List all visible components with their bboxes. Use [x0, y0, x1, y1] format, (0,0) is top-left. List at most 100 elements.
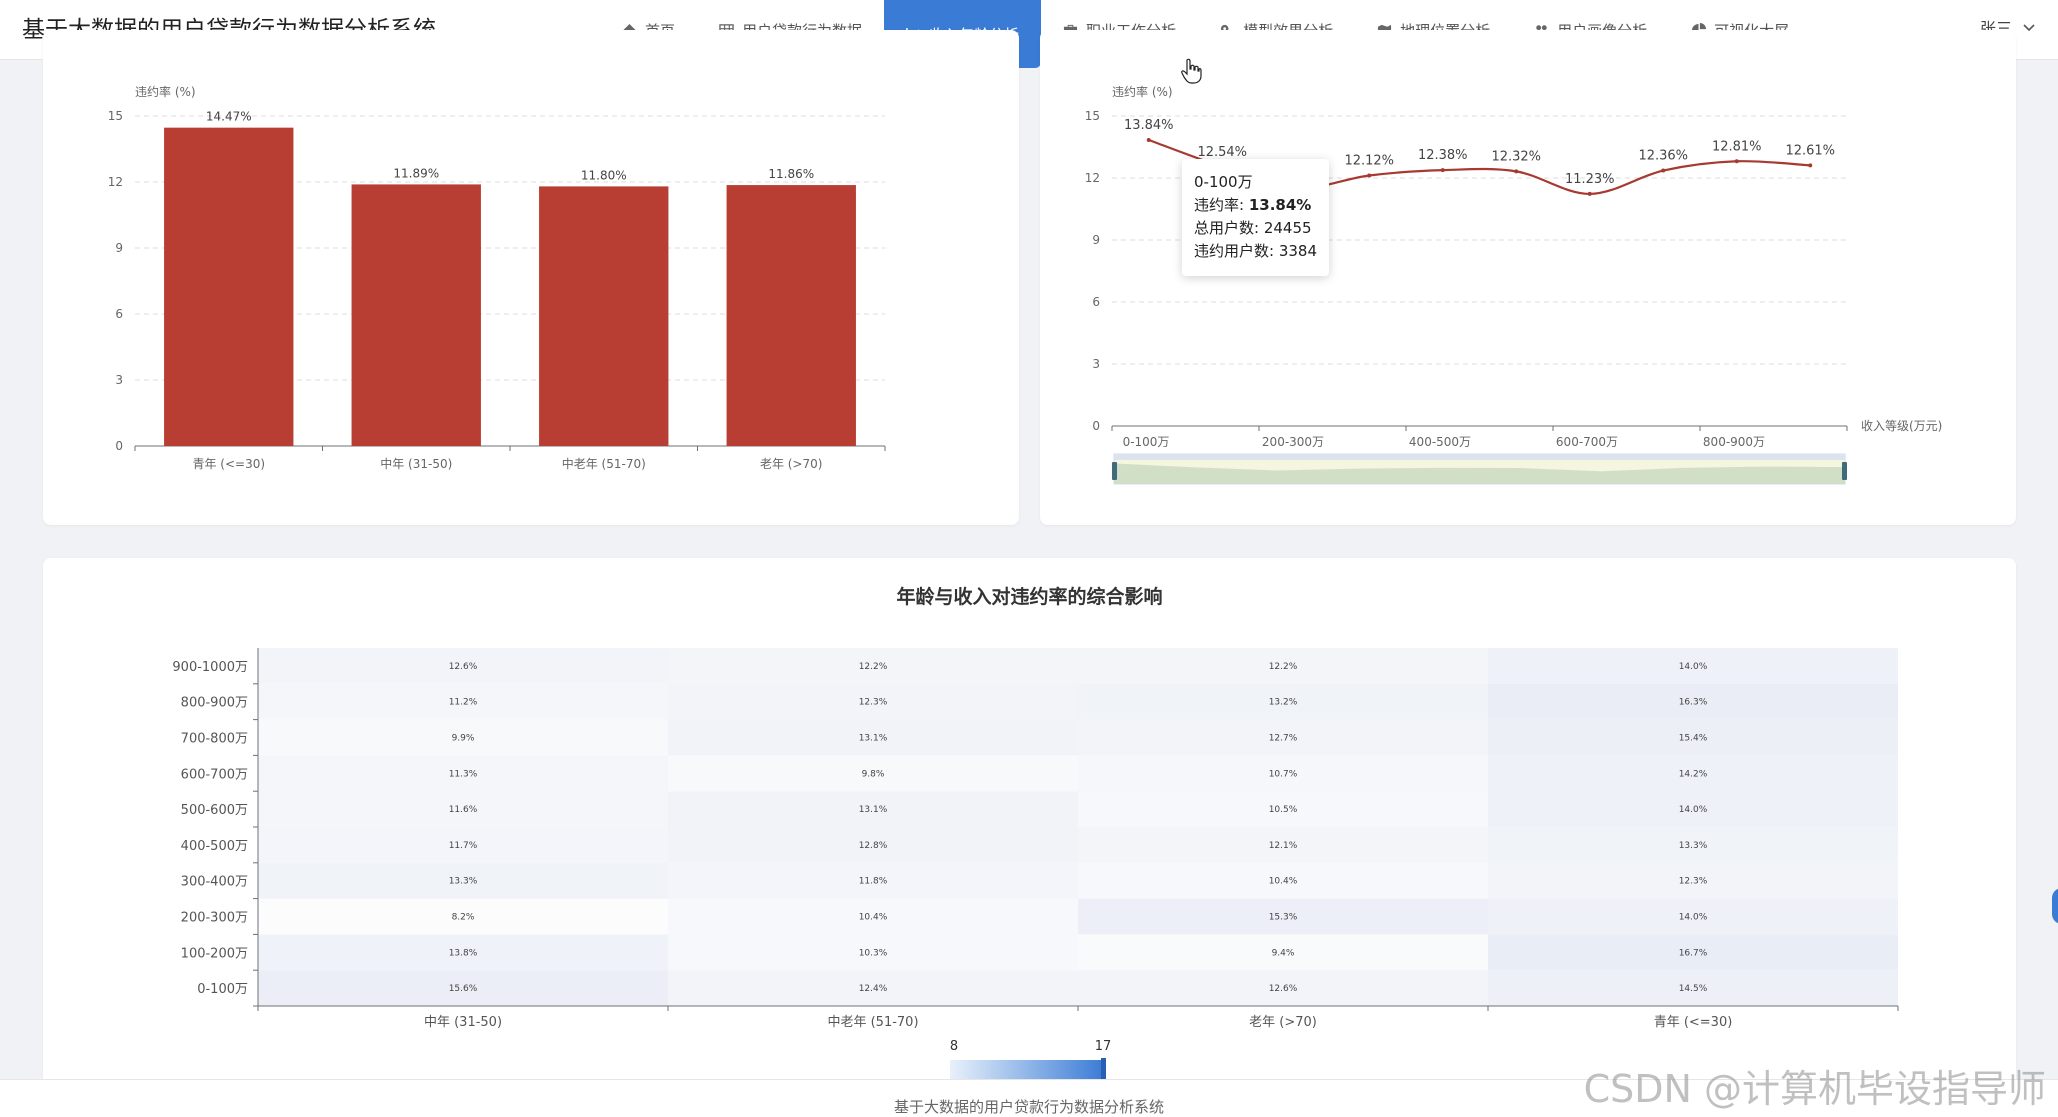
bar-value-label: 11.89%	[393, 166, 439, 180]
line-point-5	[1514, 169, 1519, 174]
x-tick-label: 400-500万	[1409, 435, 1471, 449]
heat-cell-label: 11.8%	[859, 877, 888, 887]
heat-cell-label: 14.2%	[1679, 769, 1708, 779]
heat-cell-label: 14.5%	[1679, 984, 1708, 994]
heat-cell-label: 14.0%	[1679, 913, 1708, 923]
y-tick-label: 12	[108, 175, 123, 189]
heat-cell-label: 12.6%	[449, 662, 478, 672]
y-tick-label: 9	[115, 241, 123, 255]
x-tick-label: 200-300万	[1262, 435, 1324, 449]
y-tick-label: 700-800万	[181, 732, 248, 747]
heat-cell-label: 14.0%	[1679, 805, 1708, 815]
bar-value-label: 11.80%	[581, 168, 627, 182]
bar-1	[351, 184, 481, 447]
heat-cell-label: 13.3%	[1679, 841, 1708, 851]
heat-cell-label: 15.4%	[1679, 734, 1708, 744]
y-tick-label: 3	[1092, 357, 1100, 371]
line-point-3	[1367, 173, 1372, 178]
tooltip-total: 总用户数: 24455	[1194, 219, 1312, 237]
heat-cell-label: 11.2%	[449, 698, 478, 708]
x-tick-label: 0-100万	[1123, 435, 1170, 449]
datazoom-handle-left	[1112, 462, 1117, 480]
x-tick-label: 中老年 (51-70)	[827, 1015, 918, 1030]
heat-cell-label: 12.1%	[1269, 841, 1298, 851]
heat-cell-label: 13.2%	[1269, 698, 1298, 708]
heat-cell-label: 9.4%	[1272, 948, 1295, 958]
visualmap-min-label: 8	[950, 1039, 958, 1054]
tooltip-rate: 违约率: 13.84%	[1194, 196, 1312, 214]
income-default-rate-card: 0 3 6 9 12 15 违约率 (%) 0-100万 200-300万 400-500万 600…	[1040, 30, 2016, 525]
line-value-label: 12.12%	[1344, 154, 1394, 169]
y-tick-label: 900-1000万	[172, 660, 248, 675]
y-tick-label: 9	[1092, 233, 1100, 247]
heat-cell-label: 16.7%	[1679, 948, 1708, 958]
y-tick-label: 0	[1092, 419, 1100, 433]
heat-cell-label: 9.9%	[452, 734, 475, 744]
line-value-label: 13.84%	[1124, 118, 1174, 133]
line-point-8	[1734, 159, 1739, 164]
csdn-watermark: CSDN @计算机毕设指导师	[1583, 1067, 2046, 1111]
tooltip-title: 0-100万	[1194, 173, 1253, 191]
y-axis-label: 违约率 (%)	[135, 84, 196, 99]
x-tick-label: 青年 (<=30)	[192, 457, 265, 471]
bar-value-label: 14.47%	[206, 110, 252, 124]
bar-3	[726, 185, 856, 446]
hand-cursor-icon	[1181, 58, 1202, 84]
heat-cell-label: 10.3%	[859, 948, 888, 958]
x-tick-label: 青年 (<=30)	[1654, 1015, 1733, 1030]
heat-cell-label: 9.8%	[862, 769, 885, 779]
age-default-rate-card: 0 3 6 9 12 15 违约率 (%) 14.47% 青年 (<=30) 11.89% 中年 (…	[43, 30, 1019, 525]
y-tick-label: 500-600万	[181, 803, 248, 818]
x-tick-label: 中老年 (51-70)	[562, 456, 646, 471]
x-tick-label: 800-900万	[1703, 435, 1765, 449]
x-tick-label: 老年 (>70)	[760, 457, 823, 471]
bar-0	[164, 127, 294, 446]
heat-cell-label: 13.8%	[449, 948, 478, 958]
line-chart-tooltip: 0-100万 违约率: 13.84% 总用户数: 24455 违约用户数: 33…	[1182, 159, 1329, 276]
line-value-label: 12.61%	[1785, 143, 1835, 158]
heat-cell-label: 15.6%	[449, 984, 478, 994]
x-tick-label: 中年 (31-50)	[424, 1015, 502, 1030]
heat-cell-label: 12.8%	[859, 841, 888, 851]
x-axis-label: 收入等级(万元)	[1861, 419, 1942, 433]
line-point-6	[1587, 191, 1592, 196]
line-value-label: 12.38%	[1418, 148, 1468, 163]
x-tick-label: 中年 (31-50)	[380, 456, 452, 471]
datazoom-handle-right	[1842, 462, 1847, 480]
side-float-button[interactable]	[2052, 888, 2058, 924]
heat-cell-label: 10.5%	[1269, 805, 1298, 815]
heat-cell-label: 11.3%	[449, 769, 478, 779]
line-point-4	[1440, 168, 1445, 173]
bar-2	[539, 186, 669, 446]
income-default-rate-line-chart: 0 3 6 9 12 15 违约率 (%) 0-100万 200-300万 400-500万 600…	[1085, 84, 1942, 485]
heat-cell-label: 8.2%	[452, 913, 475, 923]
datazoom-top-bar	[1114, 454, 1845, 460]
bar-value-label: 11.86%	[768, 167, 814, 181]
line-point-0	[1146, 137, 1151, 142]
heat-cell-label: 10.4%	[859, 913, 888, 923]
y-tick-label: 3	[115, 373, 123, 387]
line-value-label: 12.32%	[1491, 149, 1541, 164]
y-tick-label: 600-700万	[181, 767, 248, 782]
heat-cell-label: 10.7%	[1269, 769, 1298, 779]
y-axis-label: 违约率 (%)	[1112, 84, 1173, 99]
line-value-label: 12.54%	[1197, 145, 1247, 160]
y-tick-label: 0-100万	[197, 982, 248, 997]
age-default-rate-bar-chart: 0 3 6 9 12 15 违约率 (%) 14.47% 青年 (<=30) 11.89% 中年 (…	[108, 84, 886, 471]
age-income-heatmap-card: 年龄与收入对违约率的综合影响 15.6% 12.4% 12.6% 14.5% 0-100…	[43, 558, 2016, 1098]
y-tick-label: 200-300万	[181, 911, 248, 926]
heat-cell-label: 12.4%	[859, 984, 888, 994]
visualmap-max-label: 17	[1095, 1039, 1112, 1054]
y-tick-label: 800-900万	[181, 696, 248, 711]
heat-cell-label: 16.3%	[1679, 698, 1708, 708]
heat-cell-label: 11.7%	[449, 841, 478, 851]
heat-cell-label: 13.1%	[859, 734, 888, 744]
y-tick-label: 100-200万	[181, 946, 248, 961]
y-tick-label: 15	[108, 109, 123, 123]
heat-cell-label: 10.4%	[1269, 877, 1298, 887]
line-value-label: 11.23%	[1565, 172, 1615, 187]
y-tick-label: 6	[1092, 295, 1100, 309]
heat-cell-label: 14.0%	[1679, 662, 1708, 672]
heat-cell-label: 12.7%	[1269, 734, 1298, 744]
heat-cell-label: 13.1%	[859, 805, 888, 815]
